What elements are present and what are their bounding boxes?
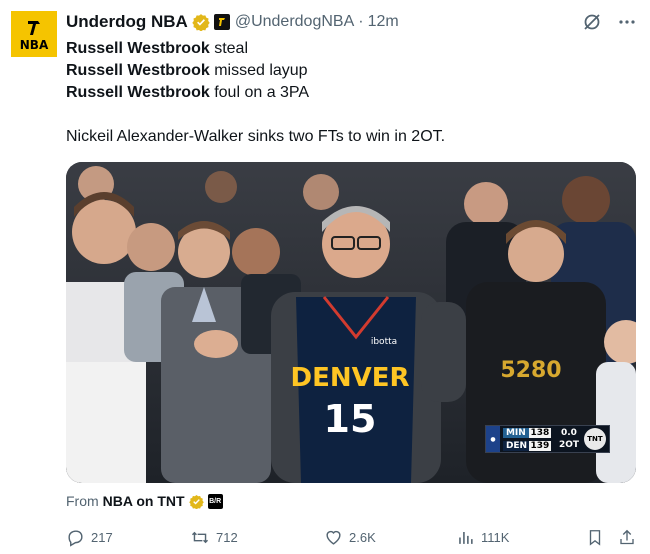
jersey-patch: ibotta	[371, 337, 397, 347]
grok-icon[interactable]	[582, 12, 602, 32]
scoreboard-row: MIN 138	[502, 426, 551, 439]
jersey-team: DENVER	[290, 363, 409, 393]
tweet-header: Underdog NBA @UnderdogNBA · 12m	[66, 11, 399, 33]
separator-dot: ·	[358, 13, 364, 30]
source-prefix: From	[66, 493, 99, 509]
bookmark-icon	[589, 529, 601, 546]
team-score: 138	[528, 427, 551, 438]
verified-badge-icon[interactable]	[192, 13, 210, 31]
reply-icon	[68, 529, 83, 547]
play-action: missed layup	[214, 62, 308, 79]
jersey-number: 15	[324, 397, 377, 441]
verified-badge-icon	[188, 494, 204, 509]
team-abbr: MIN	[502, 427, 529, 438]
nba-logo-icon: ●	[485, 426, 500, 452]
view-count: 111K	[481, 529, 510, 545]
network-logo: TNT	[584, 428, 606, 450]
summary-line: Nickeil Alexander-Walker sinks two FTs t…	[66, 128, 446, 145]
play-line: Russell Westbrook steal	[66, 38, 636, 60]
game-period: 2OT	[558, 440, 579, 450]
player-name: Russell Westbrook	[66, 62, 210, 79]
game-clock: 0.0 2OT	[554, 426, 584, 452]
author-name[interactable]: Underdog NBA	[66, 12, 188, 32]
bookmark-button[interactable]	[586, 526, 610, 548]
player-name: Russell Westbrook	[66, 84, 210, 101]
clock-time: 0.0	[560, 428, 577, 438]
play-action: steal	[214, 40, 248, 57]
tweet-text: Russell Westbrook steal Russell Westbroo…	[66, 38, 636, 148]
action-bar: 217 712 2.6K 111K	[66, 526, 636, 548]
media-source: From NBA on TNT B/R	[66, 492, 223, 510]
like-icon	[326, 530, 341, 545]
team-abbr: DEN	[502, 440, 529, 451]
reply-count: 217	[91, 529, 113, 545]
play-line: Russell Westbrook missed layup	[66, 60, 636, 82]
source-name[interactable]: NBA on TNT	[103, 493, 185, 509]
affiliate-logo-icon[interactable]	[213, 14, 230, 30]
author-avatar[interactable]: NBA	[11, 11, 57, 57]
retweet-count: 712	[216, 529, 238, 545]
share-button[interactable]	[618, 526, 642, 548]
tweet-media-photo[interactable]: DENVER 15 ibotta 5280 ● MIN 138 DEN 139 …	[66, 162, 636, 483]
reply-button[interactable]: 217	[66, 526, 113, 548]
retweet-icon	[191, 531, 209, 543]
retweet-button[interactable]: 712	[190, 526, 238, 548]
views-button[interactable]: 111K	[456, 526, 509, 548]
more-icon[interactable]	[618, 13, 636, 31]
views-icon	[459, 531, 473, 544]
scoreboard-row: DEN 139	[502, 439, 551, 452]
scoreboard: ● MIN 138 DEN 139 0.0 2OT TNT	[484, 425, 610, 453]
play-line: Russell Westbrook foul on a 3PA	[66, 82, 636, 104]
top-actions	[582, 12, 636, 32]
play-action: foul on a 3PA	[214, 84, 310, 101]
like-button[interactable]: 2.6K	[324, 526, 376, 548]
tweet-time[interactable]: 12m	[368, 13, 399, 31]
share-icon	[620, 529, 634, 544]
author-handle[interactable]: @UnderdogNBA	[235, 13, 354, 31]
scoreboard-teams: MIN 138 DEN 139	[500, 426, 554, 452]
source-affiliate-badge: B/R	[207, 493, 223, 509]
player-name: Russell Westbrook	[66, 40, 210, 57]
underdog-logo-icon	[28, 20, 40, 35]
svg-text:5280: 5280	[500, 358, 561, 383]
team-score: 139	[528, 440, 551, 451]
like-count: 2.6K	[349, 529, 376, 545]
avatar-label: NBA	[19, 37, 49, 52]
